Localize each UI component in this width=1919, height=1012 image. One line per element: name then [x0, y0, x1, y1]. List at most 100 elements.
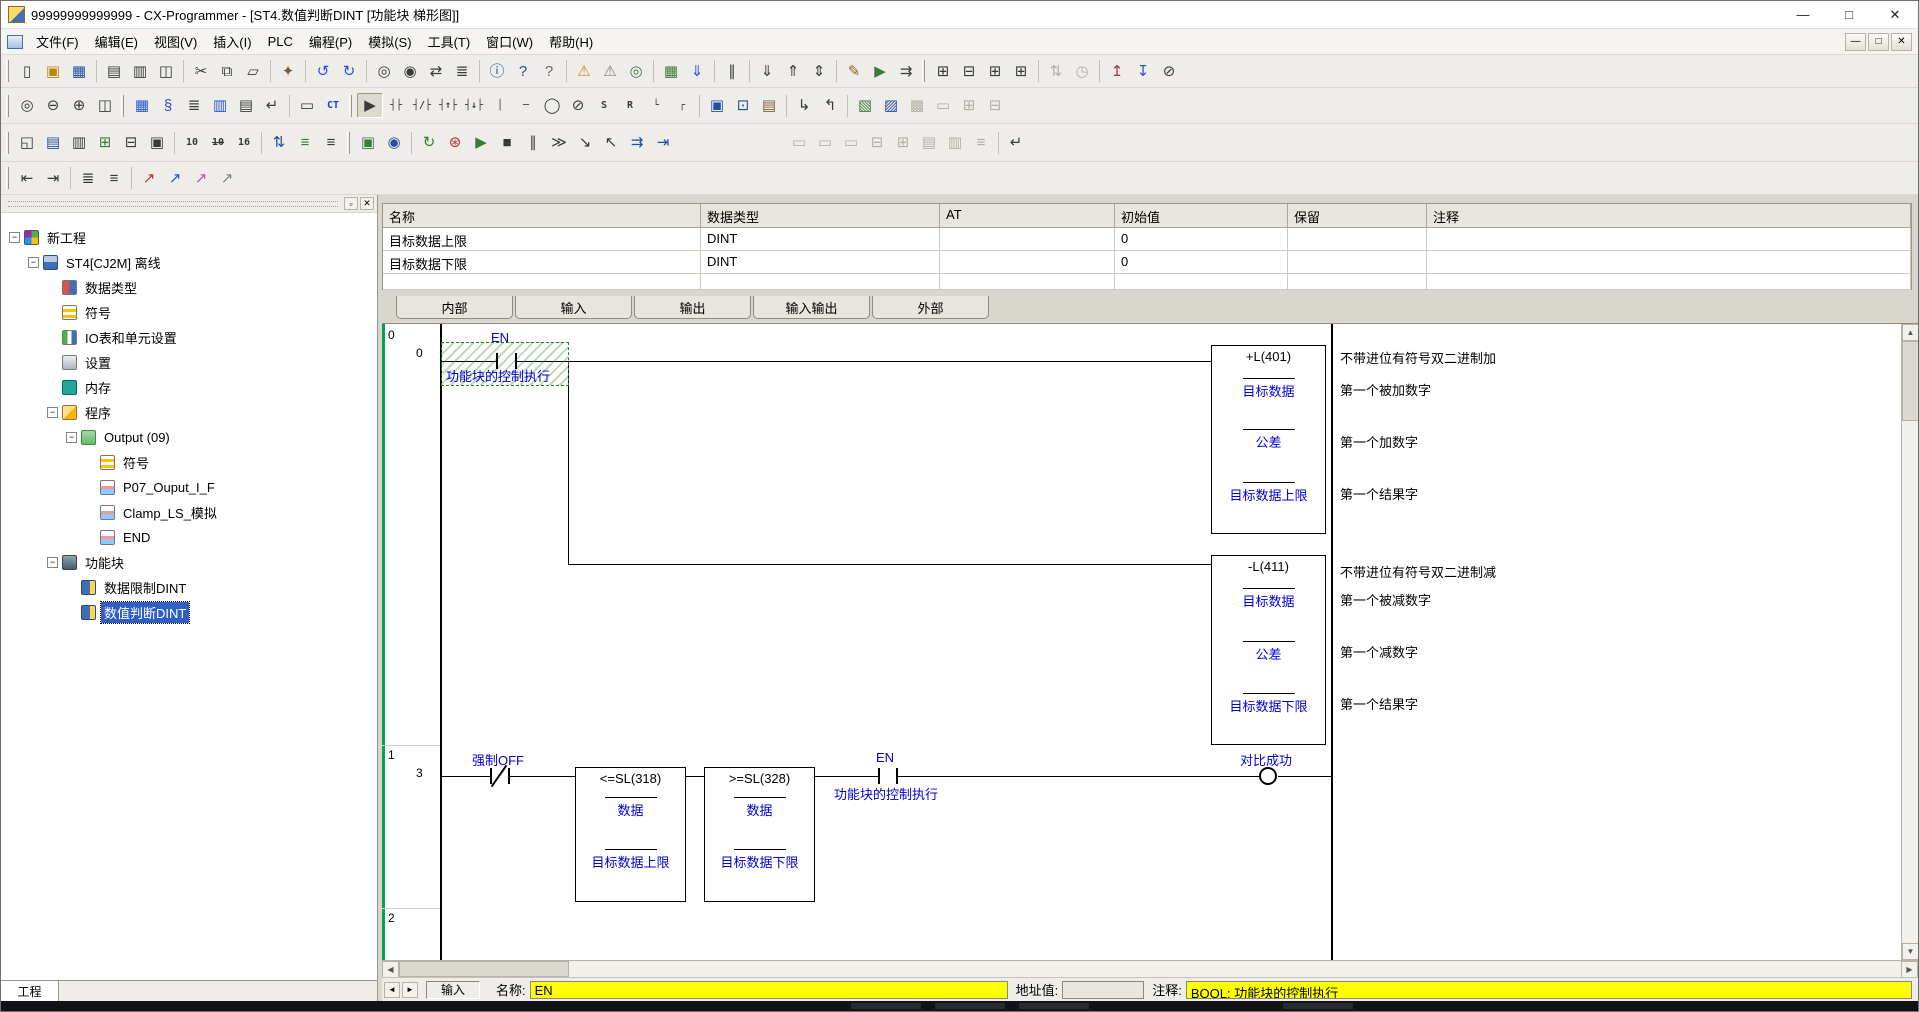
tree-item-5[interactable]: 设置 [1, 350, 377, 375]
instruction-operand[interactable]: 公差 [1212, 644, 1325, 663]
address-field[interactable] [1062, 981, 1144, 999]
scroll-down-button[interactable]: ▼ [1902, 943, 1918, 960]
tree-expander[interactable]: − [47, 407, 58, 418]
menu-edit[interactable]: 编辑(E) [87, 29, 146, 54]
tree-item-11[interactable]: Clamp_LS_模拟 [1, 500, 377, 525]
tree-item-10[interactable]: P07_Ouput_I_F [1, 475, 377, 500]
menu-plc[interactable]: PLC [260, 29, 301, 54]
about-icon[interactable]: ⓘ [484, 59, 510, 84]
wrap-rungs-icon[interactable]: ↵ [259, 93, 285, 118]
send-changes-icon[interactable]: ▶ [867, 59, 893, 84]
instruction-operand[interactable]: 目标数据下限 [705, 852, 814, 871]
show-comments-icon[interactable]: ▭ [294, 93, 320, 118]
var-cell[interactable] [1288, 251, 1427, 274]
var-cell[interactable] [1427, 228, 1911, 251]
ladder-canvas[interactable]: 0 0 1 3 2 EN 功能块的控制执行 [382, 323, 1918, 960]
tree-item-15[interactable]: 数值判断DINT [1, 600, 377, 625]
mark-force-on-icon[interactable]: ↗ [136, 166, 162, 191]
io-monitor-icon[interactable]: ▣ [355, 130, 381, 155]
io-comment-icon[interactable]: ▧ [852, 93, 878, 118]
undo-icon[interactable]: ↺ [310, 59, 336, 84]
edit-rung-icon[interactable]: ▭ [930, 93, 956, 118]
scroll-left-button[interactable]: ◀ [382, 961, 399, 978]
tree-expander[interactable]: − [28, 257, 39, 268]
var-tab-1[interactable]: 输入 [515, 296, 632, 319]
return-wrap-icon[interactable]: ↵ [1003, 130, 1029, 155]
help-topics-icon[interactable]: ? [510, 59, 536, 84]
sim-step-icon[interactable]: ≫ [546, 130, 572, 155]
sim-run-icon[interactable]: ▶ [468, 130, 494, 155]
var-cell[interactable] [1115, 274, 1288, 290]
workspace-close-button[interactable]: ✕ [360, 197, 374, 210]
tree-item-2[interactable]: 数据类型 [1, 275, 377, 300]
increase-indent-icon[interactable]: ⇤ [14, 166, 40, 191]
cascade-windows-icon[interactable]: ◱ [14, 130, 40, 155]
new-fb-parameter-icon[interactable]: ⊡ [730, 93, 756, 118]
open-file-icon[interactable]: ▣ [40, 59, 66, 84]
instruction-operand[interactable]: 数据 [576, 800, 685, 819]
menu-simulation[interactable]: 模拟(S) [360, 29, 419, 54]
close-button[interactable]: ✕ [1872, 1, 1918, 29]
search-options-icon[interactable]: ≣ [449, 59, 475, 84]
line-connect-down-icon[interactable]: └ [643, 93, 669, 118]
name-field[interactable]: EN [530, 981, 1008, 999]
sim-stop-icon[interactable]: ■ [494, 130, 520, 155]
monitor-window-2-icon[interactable]: ⊟ [956, 59, 982, 84]
simulator-settings-icon[interactable]: ⊛ [442, 130, 468, 155]
output-window-icon[interactable]: ⊟ [118, 130, 144, 155]
instruction-operand[interactable]: 目标数据 [1212, 381, 1325, 400]
tree-expander[interactable]: − [66, 432, 77, 443]
print-preview-icon[interactable]: ◫ [153, 59, 179, 84]
jump-label-icon[interactable]: ↳ [791, 93, 817, 118]
toolbar-grip[interactable] [6, 60, 9, 82]
var-cell[interactable] [1427, 274, 1911, 290]
cross-reference-icon[interactable]: ▥ [66, 130, 92, 155]
compile-program-icon[interactable]: ⚠ [571, 59, 597, 84]
var-cell[interactable]: 目标数据下限 [383, 251, 701, 274]
monitor-window-4-icon[interactable]: ⊞ [1008, 59, 1034, 84]
new-file-icon[interactable]: ▯ [14, 59, 40, 84]
sim-step-in-icon[interactable]: ↘ [572, 130, 598, 155]
watch-sheet-icon[interactable]: ▤ [40, 130, 66, 155]
interlock-icon[interactable]: ↰ [817, 93, 843, 118]
toolbar-grip[interactable] [347, 132, 350, 154]
var-cell[interactable]: 0 [1115, 228, 1288, 251]
delete-rung-icon[interactable]: ⊟ [982, 93, 1008, 118]
compare-le-block[interactable]: <=SL(318) 数据 目标数据上限 [575, 767, 686, 902]
zoom-tool-icon[interactable]: ◎ [14, 93, 40, 118]
instruction-operand[interactable]: 数据 [705, 800, 814, 819]
new-down-contact-icon[interactable]: ┤↓├ [461, 93, 487, 118]
redo-icon[interactable]: ↻ [336, 59, 362, 84]
compare-with-plc-icon[interactable]: ⇕ [806, 59, 832, 84]
var-tab-2[interactable]: 输出 [634, 296, 751, 319]
child-restore-button[interactable]: □ [1868, 33, 1889, 51]
radix-signed-decimal-icon[interactable]: 10 [205, 130, 231, 155]
var-cell[interactable]: DINT [701, 251, 940, 274]
mark-differential-icon[interactable]: ↗ [188, 166, 214, 191]
menu-file[interactable]: 文件(F) [28, 29, 87, 54]
subtract-instruction-block[interactable]: -L(411) 目标数据 公差 目标数据下限 [1211, 555, 1326, 745]
tree-item-1[interactable]: −ST4[CJ2M] 离线 [1, 250, 377, 275]
add-instruction-block[interactable]: +L(401) 目标数据 公差 目标数据上限 [1211, 345, 1326, 534]
app-icon[interactable] [8, 6, 25, 23]
new-up-contact-icon[interactable]: ┤↑├ [435, 93, 461, 118]
radix-decimal-icon[interactable]: 10 [179, 130, 205, 155]
work-online-simulator-icon[interactable]: ↻ [416, 130, 442, 155]
menu-window[interactable]: 窗口(W) [478, 29, 541, 54]
new-vertical-line-icon[interactable]: │ [487, 93, 513, 118]
instruction-operand[interactable]: 目标数据上限 [1212, 485, 1325, 504]
contact-operand[interactable]: 功能块的控制执行 [446, 366, 550, 385]
var-cell[interactable] [1288, 228, 1427, 251]
arrange-window-1-icon[interactable]: ▭ [786, 130, 812, 155]
object-properties-icon[interactable]: ✦ [275, 59, 301, 84]
download-icon[interactable]: ⇓ [754, 59, 780, 84]
new-fb-invocation-icon[interactable]: ▣ [704, 93, 730, 118]
tile-vertical-icon[interactable]: ⊞ [890, 130, 916, 155]
tree-item-14[interactable]: 数据限制DINT [1, 575, 377, 600]
transfer-to-plc-icon[interactable]: ⇓ [684, 59, 710, 84]
attach-comment-icon[interactable]: ▩ [904, 93, 930, 118]
project-tab[interactable]: 工程 [1, 981, 59, 1001]
sim-continuous-run-icon[interactable]: ⇉ [624, 130, 650, 155]
show-rung-list-icon[interactable]: ≣ [181, 93, 207, 118]
restore-all-icon[interactable]: ≡ [968, 130, 994, 155]
